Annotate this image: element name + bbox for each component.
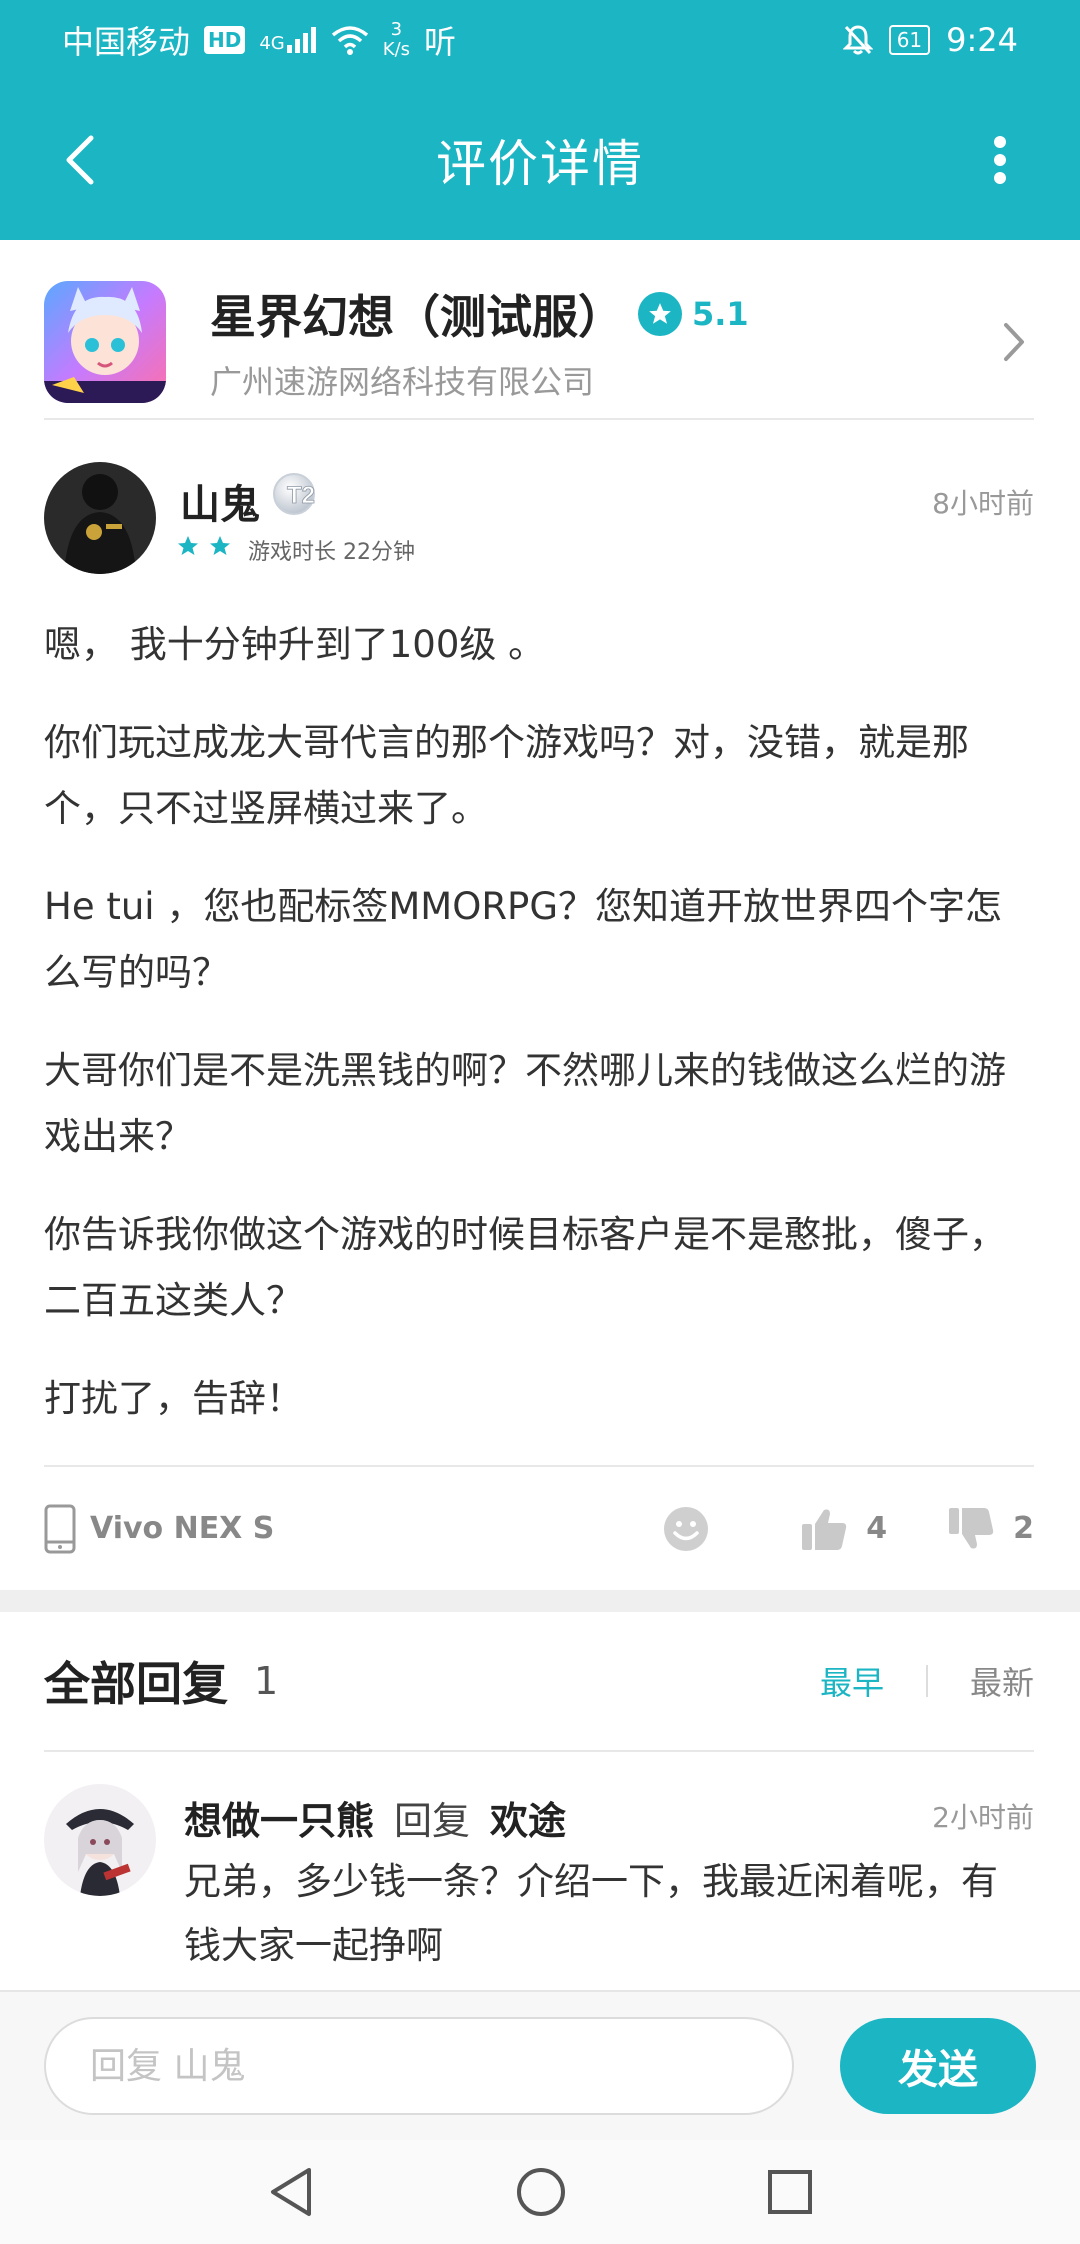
level-letter: T2 [287,482,315,509]
replies-title: 全部回复 [44,1657,228,1711]
game-developer: 广州速游网络科技有限公司 [210,362,595,401]
section-divider [0,1590,1080,1612]
carrier-label: 中国移动 [62,23,191,61]
review-paragraph: He tui ，您也配标签MMORPG？您知道开放世界四个字怎么写的吗？ [44,885,1003,994]
speed-unit: K/s [382,39,411,60]
sort-tabs: 最早 最新 [820,1658,1034,1704]
mute-bell-icon [842,25,873,55]
system-nav-bar [0,2140,1080,2244]
status-bar: 中国移动 HD 4G 3 K/s 听 61 9:24 [0,0,1080,80]
nav-home-icon[interactable] [515,2166,567,2218]
battery-indicator: 61 [888,25,931,55]
game-icon [44,280,166,403]
star-icon [178,536,198,555]
review-paragraph: 嗯， 我十分钟升到了100级 。 [44,623,546,666]
review-paragraph: 你们玩过成龙大哥代言的那个游戏吗？对，没错，就是那个，只不过竖屏横过来了。 [44,721,969,830]
star-icon [649,302,671,324]
sort-latest-tab[interactable]: 最新 [970,1658,1034,1704]
signal-icon [286,27,316,53]
phone-icon [44,1504,76,1553]
game-title: 星界幻想（测试服） [210,289,624,344]
more-options-button[interactable] [960,120,1040,200]
device-name: Vivo NEX S [90,1511,275,1546]
replies-count: 1 [254,1659,279,1703]
sort-earliest-tab[interactable]: 最早 [820,1658,884,1704]
more-vertical-icon [994,136,1006,184]
replies-header: 全部回复 1 最早 最新 [44,1612,1034,1752]
reply-target-user[interactable]: 欢途 [490,1790,566,1845]
like-button[interactable]: 4 [800,1506,887,1552]
thumbs-down-icon [949,1507,994,1548]
reviewer-name[interactable]: 山鬼 [180,472,260,530]
dislike-count: 2 [1013,1511,1034,1546]
game-info: 星界幻想（测试服） 5.1 广州速游网络科技有限公司 [210,281,994,403]
reply-text: 兄弟，多少钱一条？介绍一下，我最近闲着呢，有钱大家一起挣啊 [184,1860,998,1967]
reply-user[interactable]: 想做一只熊 [184,1790,374,1845]
page-title: 评价详情 [436,135,644,193]
playtime-label: 游戏时长 22分钟 [248,540,415,565]
nav-recents-icon[interactable] [767,2169,813,2215]
nav-back-icon[interactable] [267,2166,315,2218]
reply-input-bar: 发送 [0,1990,1080,2140]
reply-time: 2小时前 [932,1801,1034,1834]
review-body: 嗯， 我十分钟升到了100级 。 你们玩过成龙大哥代言的那个游戏吗？对，没错，就… [44,612,1034,1464]
listen-label: 听 [424,23,457,61]
chevron-left-icon [66,135,94,185]
emoji-reaction-button[interactable] [662,1505,710,1553]
review-paragraph: 你告诉我你做这个游戏的时候目标客户是不是憨批，傻子，二百五这类人？ [44,1213,1006,1322]
reply-avatar[interactable] [44,1784,156,1896]
review-paragraph: 大哥你们是不是洗黑钱的啊？不然哪儿来的钱做这么烂的游戏出来？ [44,1049,1006,1158]
smiley-icon [664,1506,709,1551]
star-icon [210,536,230,555]
review-meta-row: Vivo NEX S 4 2 [44,1465,1034,1590]
speed-value: 3 [390,19,403,40]
rating-stars [176,534,232,558]
game-detail-arrow[interactable] [994,322,1034,362]
device-info: Vivo NEX S [44,1504,274,1554]
back-button[interactable] [40,120,120,200]
chevron-right-icon [1004,322,1024,361]
star-badge [638,291,682,336]
header: 评价详情 [0,80,1080,240]
dislike-button[interactable]: 2 [947,1506,1034,1552]
hd-badge: HD [204,26,246,54]
send-button[interactable]: 发送 [840,2018,1036,2114]
review-time: 8小时前 [932,487,1034,520]
thumbs-up-icon [802,1509,847,1550]
game-card[interactable]: 星界幻想（测试服） 5.1 广州速游网络科技有限公司 [44,265,1034,420]
signal-group: 4G [259,27,316,53]
network-type: 4G [259,33,285,54]
clock: 9:24 [946,21,1018,59]
sort-separator [925,1665,928,1697]
top-bar: 中国移动 HD 4G 3 K/s 听 61 9:24 评价详情 [0,0,1080,240]
network-speed: 3 K/s [383,20,410,60]
reply-item[interactable]: 想做一只熊 回复 欢途 2小时前 兄弟，多少钱一条？介绍一下，我最近闲着呢，有钱… [44,1780,1034,1990]
reply-input[interactable] [44,2017,794,2115]
wifi-icon [331,26,368,55]
like-count: 4 [866,1511,888,1546]
review-paragraph: 打扰了，告辞！ [44,1377,303,1420]
reply-heading: 想做一只熊 回复 欢途 [184,1790,566,1845]
game-score: 5.1 [692,294,749,333]
level-badge: T2 [272,472,320,520]
reviewer-avatar[interactable] [44,462,156,574]
review-header: 山鬼 T2 游戏时长 22分钟 8小时前 [44,462,1034,582]
reply-verb: 回复 [394,1799,471,1843]
